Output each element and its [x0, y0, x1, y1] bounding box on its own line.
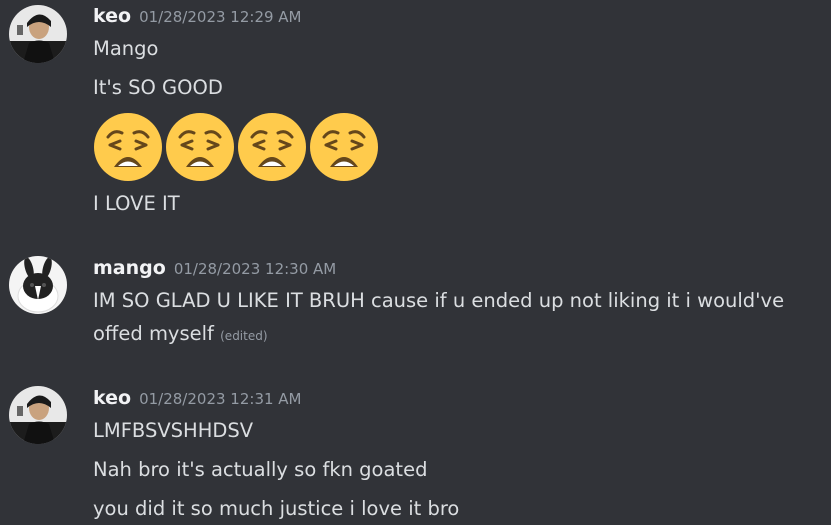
message-text: offed myself	[93, 322, 214, 345]
weary-face-emoji[interactable]	[308, 111, 380, 183]
chat-message-list: keo 01/28/2023 12:29 AM Mango It's SO GOO…	[0, 0, 831, 525]
username[interactable]: keo	[93, 387, 131, 409]
message-text: LMFBSVSHHDSV	[93, 419, 254, 442]
message-text: Mango	[93, 37, 159, 60]
timestamp: 01/28/2023 12:29 AM	[139, 8, 302, 26]
emoji-row	[92, 111, 380, 183]
weary-face-emoji[interactable]	[164, 111, 236, 183]
message-text: you did it so much justice i love it bro	[93, 497, 460, 520]
edited-label: (edited)	[220, 329, 268, 343]
weary-face-emoji[interactable]	[236, 111, 308, 183]
weary-face-emoji[interactable]	[92, 111, 164, 183]
message-header: mango 01/28/2023 12:30 AM	[93, 257, 336, 279]
message-text: IM SO GLAD U LIKE IT BRUH cause if u end…	[93, 289, 785, 312]
message-header: keo 01/28/2023 12:31 AM	[93, 387, 302, 409]
message-text-continued: offed myself (edited)	[93, 322, 268, 345]
timestamp: 01/28/2023 12:30 AM	[173, 260, 337, 278]
message-text: Nah bro it's actually so fkn goated	[93, 458, 428, 481]
avatar[interactable]	[9, 386, 67, 444]
timestamp: 01/28/2023 12:31 AM	[139, 390, 302, 408]
avatar[interactable]	[9, 5, 67, 63]
message-text: I LOVE IT	[93, 192, 180, 215]
message-header: keo 01/28/2023 12:29 AM	[93, 5, 302, 27]
username[interactable]: mango	[93, 257, 166, 279]
message-text: It's SO GOOD	[93, 76, 223, 99]
username[interactable]: keo	[93, 5, 131, 27]
avatar[interactable]	[9, 256, 67, 314]
